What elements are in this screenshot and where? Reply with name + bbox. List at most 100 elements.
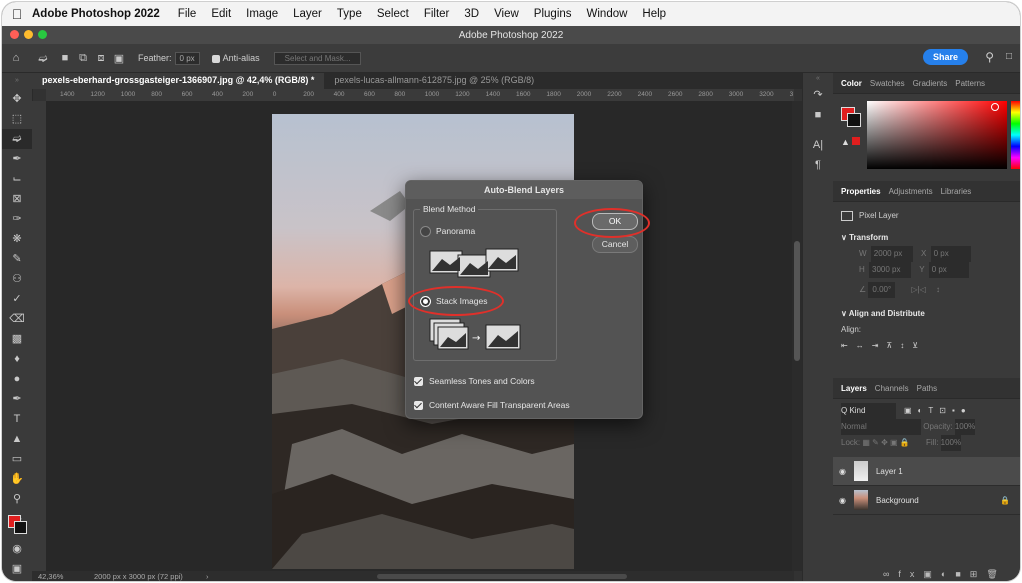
path-selection-tool-icon[interactable]: ▲ [2, 429, 32, 449]
quick-mask-icon[interactable]: ◉ [2, 539, 32, 559]
apple-icon[interactable]:  [2, 6, 32, 22]
dodge-tool-icon[interactable]: ● [2, 369, 32, 389]
subtract-selection-icon[interactable]: ⧈ [92, 52, 110, 65]
select-and-mask-button[interactable]: Select and Mask... [273, 51, 362, 65]
menu-file[interactable]: File [178, 8, 197, 20]
gradient-tool-icon[interactable]: ▩ [2, 329, 32, 349]
pen-tool-icon[interactable]: ✒ [2, 389, 32, 409]
menu-help[interactable]: Help [642, 8, 666, 20]
collapse-toolbar-icon[interactable]: » [2, 73, 32, 89]
menu-3d[interactable]: 3D [464, 8, 479, 20]
zoom-tool-icon[interactable]: ⚲ [2, 489, 32, 509]
stamp-tool-icon[interactable]: ⚇ [2, 269, 32, 289]
width-field[interactable]: 2000 px [870, 246, 913, 262]
tab-libraries[interactable]: Libraries [941, 187, 972, 196]
tab-document-2[interactable]: pexels-lucas-allmann-612875.jpg @ 25% (R… [324, 73, 544, 89]
visibility-eye-icon[interactable]: ◉ [839, 496, 846, 505]
tab-swatches[interactable]: Swatches [870, 79, 905, 88]
brush-tool-icon[interactable]: ✎ [2, 249, 32, 269]
transform-header[interactable]: ∨ Transform [833, 230, 1020, 246]
history-brush-tool-icon[interactable]: ✓ [2, 289, 32, 309]
tab-paths[interactable]: Paths [917, 384, 937, 393]
align-bottom-icon[interactable]: ⊻ [912, 341, 926, 350]
rectangle-tool-icon[interactable]: ▭ [2, 449, 32, 469]
minimize-window-button[interactable] [24, 30, 33, 39]
screen-mode-icon[interactable]: ▣ [2, 559, 32, 579]
layer-row-background[interactable]: ◉ Background 🔒 [833, 486, 1020, 515]
layer-name[interactable]: Layer 1 [876, 467, 903, 476]
tab-channels[interactable]: Channels [875, 384, 909, 393]
menu-window[interactable]: Window [587, 8, 628, 20]
zoom-level[interactable]: 42,36% [38, 572, 63, 581]
color-background-swatch[interactable] [847, 113, 861, 127]
align-header[interactable]: ∨ Align and Distribute [833, 306, 1020, 322]
tab-gradients[interactable]: Gradients [913, 79, 948, 88]
add-selection-icon[interactable]: ⧉ [74, 52, 92, 65]
height-field[interactable]: 3000 px [869, 262, 912, 278]
flip-vertical-icon[interactable]: ↕ [936, 285, 940, 294]
type-tool-icon[interactable]: T [2, 409, 32, 429]
layers-footer-icons[interactable]: ∞fx▣◐■⊞🗑 [883, 569, 1007, 580]
menu-layer[interactable]: Layer [293, 8, 322, 20]
menu-select[interactable]: Select [377, 8, 409, 20]
eyedropper-tool-icon[interactable]: ✑ [2, 209, 32, 229]
panorama-radio[interactable]: Panorama [420, 226, 475, 238]
close-window-button[interactable] [10, 30, 19, 39]
layer-name[interactable]: Background [876, 496, 919, 505]
gamut-warning-icon[interactable]: ▲ [841, 137, 860, 147]
layer-kind-select[interactable]: Q Kind [841, 403, 896, 419]
history-panel-icon[interactable]: ↷ [803, 85, 833, 105]
color-picker-field[interactable] [867, 101, 1007, 169]
share-button[interactable]: Share [922, 49, 968, 65]
app-menu[interactable]: Adobe Photoshop 2022 [32, 8, 160, 20]
quick-select-tool-icon[interactable]: ✒ [2, 149, 32, 169]
menu-type[interactable]: Type [337, 8, 362, 20]
blend-mode-select[interactable]: Normal [841, 419, 921, 435]
crop-tool-icon[interactable]: ⌙ [2, 169, 32, 189]
intersect-selection-icon[interactable]: ▣ [110, 52, 128, 65]
hue-slider[interactable] [1011, 101, 1020, 169]
blur-tool-icon[interactable]: ♦ [2, 349, 32, 369]
align-center-icon[interactable]: ↔ [856, 341, 872, 350]
collapse-panels-icon[interactable]: « [803, 73, 833, 85]
align-left-icon[interactable]: ⇤ [841, 341, 856, 350]
align-right-icon[interactable]: ⇥ [872, 341, 887, 350]
home-icon[interactable]: ⌂ [2, 52, 30, 64]
y-field[interactable]: 0 px [928, 262, 969, 278]
opacity-field[interactable]: 100% [954, 419, 976, 435]
lasso-tool-icon[interactable]: ➫ [30, 52, 56, 65]
x-field[interactable]: 0 px [930, 246, 971, 262]
canvas-scrollbar[interactable] [792, 101, 802, 571]
feather-input[interactable]: 0 px [174, 51, 200, 65]
frame-tool-icon[interactable]: ⊠ [2, 189, 32, 209]
lock-icons[interactable]: ▦ ✎ ✥ ▣ 🔒 [862, 438, 909, 447]
color-picker-cursor[interactable] [991, 103, 999, 111]
lock-icon[interactable]: 🔒 [1000, 496, 1010, 505]
hand-tool-icon[interactable]: ✋ [2, 469, 32, 489]
paragraph-panel-icon[interactable]: ¶ [803, 155, 833, 175]
zoom-window-button[interactable] [38, 30, 47, 39]
workspace-icon[interactable]: □ [1006, 51, 1012, 62]
align-top-icon[interactable]: ⊼ [886, 341, 900, 350]
menu-image[interactable]: Image [246, 8, 278, 20]
horizontal-scrollbar[interactable] [377, 574, 627, 579]
tab-adjustments[interactable]: Adjustments [889, 187, 933, 196]
align-middle-icon[interactable]: ↕ [900, 341, 912, 350]
flip-horizontal-icon[interactable]: ▷|◁ [911, 285, 925, 294]
tab-document-1[interactable]: pexels-eberhard-grossgasteiger-1366907.j… [32, 73, 325, 89]
background-color-swatch[interactable] [14, 521, 27, 534]
menu-edit[interactable]: Edit [211, 8, 231, 20]
content-aware-checkbox[interactable]: Content Aware Fill Transparent Areas [414, 400, 570, 411]
healing-brush-tool-icon[interactable]: ❋ [2, 229, 32, 249]
seamless-tones-checkbox[interactable]: Seamless Tones and Colors [414, 376, 535, 387]
tab-color[interactable]: Color [841, 79, 862, 88]
marquee-tool-icon[interactable]: ⬚ [2, 109, 32, 129]
character-panel-icon[interactable]: A| [803, 135, 833, 155]
search-icon[interactable]: ⚲ [985, 50, 994, 64]
tab-layers[interactable]: Layers [841, 384, 867, 393]
layer-row-layer-1[interactable]: ◉ Layer 1 [833, 457, 1020, 486]
tab-properties[interactable]: Properties [841, 187, 881, 196]
scroll-thumb[interactable] [794, 241, 800, 361]
tab-patterns[interactable]: Patterns [955, 79, 985, 88]
layer-filter-icons[interactable]: ▣◐T⊡▪● [904, 406, 972, 415]
